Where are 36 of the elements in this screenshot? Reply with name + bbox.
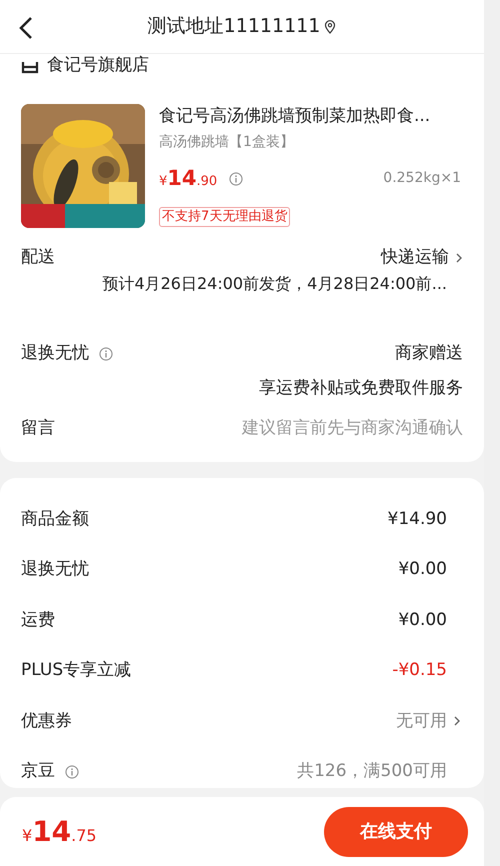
delivery-method[interactable]: 快递运输 (381, 245, 449, 271)
summary-label: PLUS专享立减 (21, 659, 132, 682)
location-pin-icon[interactable] (324, 20, 336, 34)
summary-label: 运费 (21, 608, 55, 632)
summary-label: 商品金额 (21, 508, 89, 530)
pay-button[interactable]: 在线支付 (324, 806, 468, 856)
info-icon[interactable] (65, 764, 79, 779)
message-label: 留言 (21, 416, 55, 440)
summary-value: 共126，满500可用 (297, 760, 447, 783)
chevron-right-icon[interactable] (455, 252, 463, 264)
info-icon[interactable] (229, 172, 244, 186)
summary-label: 优惠券 (21, 710, 72, 732)
return-service-note: 享运费补贴或免费取件服务 (259, 377, 463, 400)
summary-label: 退换无忧 (21, 558, 89, 581)
delivery-label: 配送 (21, 246, 55, 270)
summary-value: ¥0.00 (398, 608, 447, 632)
summary-value: -¥0.15 (392, 659, 447, 682)
product-title[interactable]: 食记号高汤佛跳墙预制菜加热即食... (159, 104, 463, 128)
address-title[interactable]: 测试地址11111111 (148, 12, 320, 41)
summary-value: ¥0.00 (398, 558, 447, 581)
return-service-value: 商家赠送 (395, 342, 463, 366)
return-policy-tag: 不支持7天无理由退货 (159, 206, 290, 226)
summary-value: ¥14.90 (388, 508, 447, 530)
summary-value[interactable]: 无可用 (396, 708, 447, 734)
total-price: ¥14.75 (22, 814, 97, 850)
return-service-label: 退换无忧 (21, 342, 89, 366)
message-field[interactable]: 建议留言前先与商家沟通确认 (55, 416, 463, 442)
chevron-right-icon[interactable] (453, 715, 461, 728)
store-name[interactable]: 食记号旗舰店 (47, 53, 149, 79)
product-spec: 高汤佛跳墙【1盒装】 (159, 133, 295, 152)
info-icon[interactable] (99, 347, 113, 361)
product-weight: 0.252kg×1 (383, 169, 461, 188)
delivery-estimate: 预计4月26日24:00前发货，4月28日24:00前... (102, 273, 447, 295)
back-icon[interactable] (18, 16, 34, 40)
product-price: ¥14.90 (159, 165, 218, 192)
summary-label: 京豆 (21, 760, 55, 783)
